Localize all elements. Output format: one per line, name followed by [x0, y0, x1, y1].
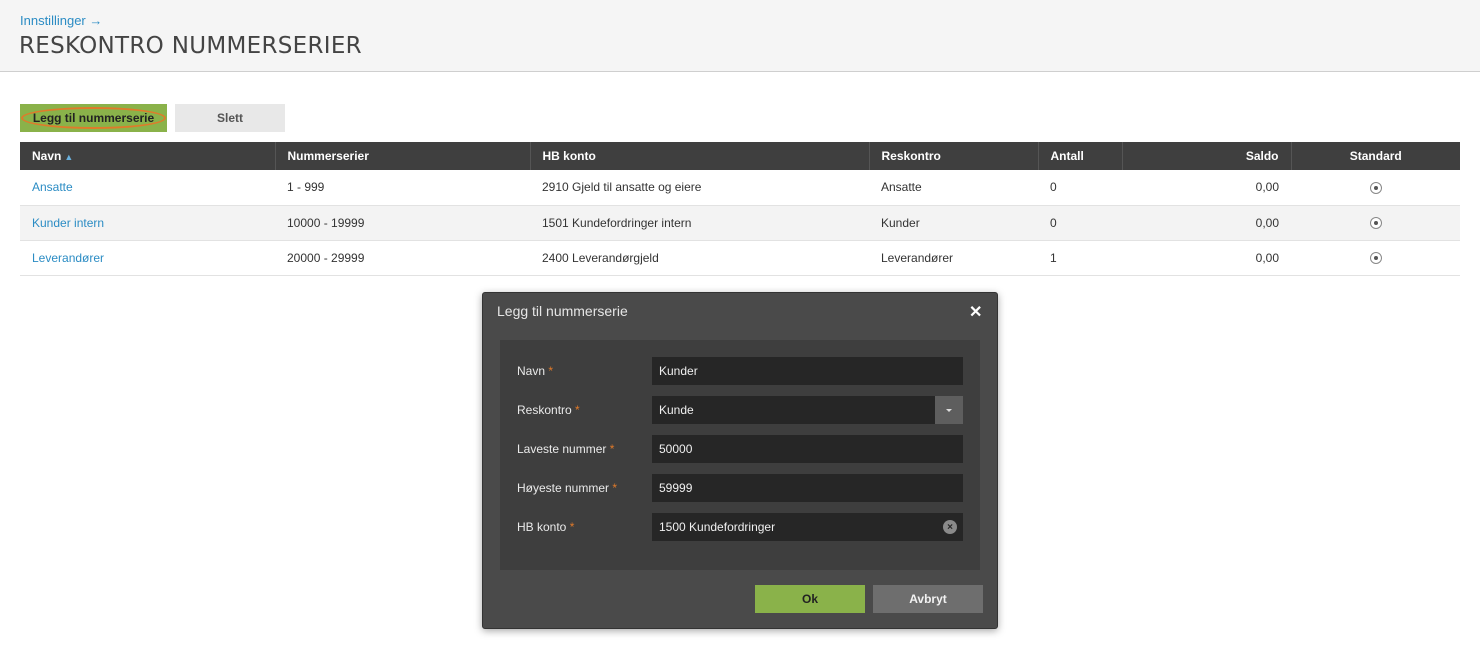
column-header-antall[interactable]: Antall — [1038, 142, 1123, 170]
row-ledger: Ansatte — [869, 170, 1038, 206]
column-header-navn[interactable]: Navn ▲ — [20, 142, 276, 170]
page-header: Innstillinger → RESKONTRO NUMMERSERIER — [0, 0, 1480, 72]
lowest-number-label: Laveste nummer * — [517, 442, 615, 456]
add-number-series-label: Legg til nummerserie — [32, 111, 155, 125]
dialog-form: Navn * Kunder Reskontro * Kunde Laveste … — [500, 340, 980, 570]
name-label: Navn * — [517, 364, 554, 378]
column-header-standard[interactable]: Standard — [1291, 142, 1460, 170]
column-header-saldo[interactable]: Saldo — [1122, 142, 1292, 170]
ledger-select[interactable]: Kunde — [652, 396, 963, 424]
table-header-row: Navn ▲ Nummerserier HB konto Reskontro An… — [20, 142, 1460, 170]
ledger-select-value: Kunde — [659, 403, 694, 417]
gl-account-value: 1500 Kundefordringer — [659, 520, 776, 534]
ok-button[interactable]: Ok — [755, 585, 865, 613]
column-header-hb-konto[interactable]: HB konto — [530, 142, 870, 170]
ledger-label: Reskontro * — [517, 403, 580, 417]
row-number-range: 20000 - 29999 — [275, 240, 530, 276]
row-number-range: 1 - 999 — [275, 170, 530, 206]
standard-radio-icon[interactable] — [1369, 182, 1382, 195]
cancel-button[interactable]: Avbryt — [873, 585, 983, 613]
highest-number-label: Høyeste nummer * — [517, 481, 618, 495]
row-balance: 0,00 — [1122, 205, 1291, 241]
row-count: 0 — [1038, 170, 1122, 206]
row-count: 1 — [1038, 240, 1122, 276]
row-name-link[interactable]: Kunder intern — [20, 205, 275, 241]
dialog-title: Legg til nummerserie — [497, 303, 628, 319]
standard-radio-icon[interactable] — [1369, 217, 1382, 230]
column-header-reskontro[interactable]: Reskontro — [869, 142, 1039, 170]
row-standard-cell — [1291, 240, 1460, 276]
close-icon[interactable]: ✕ — [969, 302, 982, 322]
row-ledger: Leverandører — [869, 240, 1038, 276]
lowest-number-field[interactable]: 50000 — [652, 435, 963, 463]
row-name-link[interactable]: Leverandører — [20, 240, 275, 276]
breadcrumb[interactable]: Innstillinger → — [20, 13, 102, 28]
row-balance: 0,00 — [1122, 170, 1291, 206]
page-title: RESKONTRO NUMMERSERIER — [19, 33, 362, 59]
row-gl-account: 2400 Leverandørgjeld — [530, 240, 869, 276]
row-standard-cell — [1291, 205, 1460, 241]
row-number-range: 10000 - 19999 — [275, 205, 530, 241]
row-count: 0 — [1038, 205, 1122, 241]
row-name-link[interactable]: Ansatte — [20, 170, 275, 206]
row-gl-account: 2910 Gjeld til ansatte og eiere — [530, 170, 869, 206]
highest-number-field[interactable]: 59999 — [652, 474, 963, 502]
standard-radio-icon[interactable] — [1369, 252, 1382, 265]
column-header-nummerserier[interactable]: Nummerserier — [275, 142, 531, 170]
delete-button[interactable]: Slett — [175, 104, 285, 132]
table-row[interactable]: Kunder intern 10000 - 19999 1501 Kundefo… — [20, 205, 1460, 241]
clear-icon[interactable]: × — [943, 520, 957, 534]
gl-account-label: HB konto * — [517, 520, 575, 534]
add-number-series-button[interactable]: Legg til nummerserie — [20, 104, 167, 132]
sort-ascending-icon: ▲ — [64, 152, 74, 162]
add-number-series-dialog: Legg til nummerserie ✕ Navn * Kunder Res… — [482, 292, 998, 629]
gl-account-field[interactable]: 1500 Kundefordringer × — [652, 513, 963, 541]
row-balance: 0,00 — [1122, 240, 1291, 276]
table-row[interactable]: Ansatte 1 - 999 2910 Gjeld til ansatte o… — [20, 170, 1460, 206]
row-standard-cell — [1291, 170, 1460, 206]
table-row[interactable]: Leverandører 20000 - 29999 2400 Leverand… — [20, 240, 1460, 276]
name-field[interactable]: Kunder — [652, 357, 963, 385]
row-ledger: Kunder — [869, 205, 1038, 241]
chevron-down-icon[interactable] — [935, 396, 963, 424]
row-gl-account: 1501 Kundefordringer intern — [530, 205, 869, 241]
number-series-table: Navn ▲ Nummerserier HB konto Reskontro An… — [20, 142, 1460, 276]
